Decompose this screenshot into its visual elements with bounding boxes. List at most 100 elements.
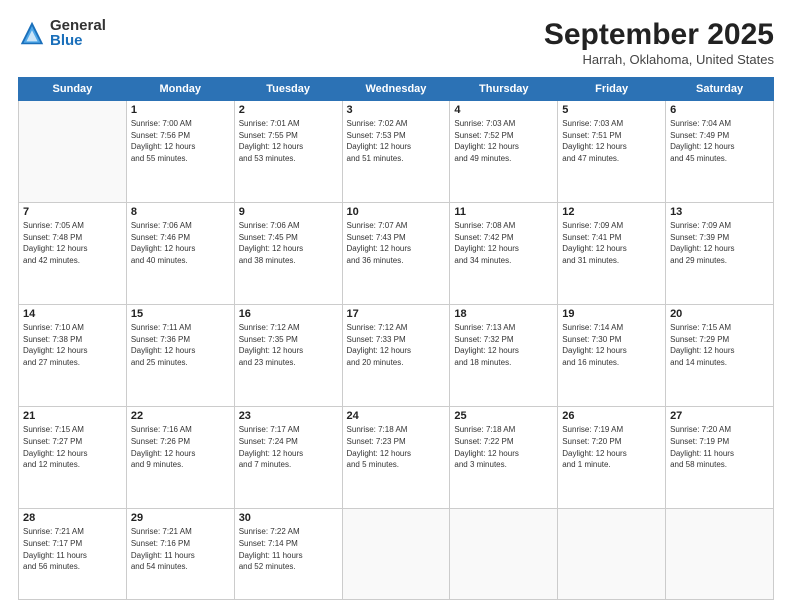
day-number: 12 (562, 206, 661, 218)
day-number: 24 (347, 410, 446, 422)
calendar-cell: 8 Sunrise: 7:06 AM Sunset: 7:46 PM Daylig… (126, 203, 234, 305)
header: General Blue September 2025 Harrah, Okla… (18, 18, 774, 67)
calendar-cell: 29 Sunrise: 7:21 AM Sunset: 7:16 PM Dayli… (126, 509, 234, 600)
calendar-cell: 7 Sunrise: 7:05 AM Sunset: 7:48 PM Daylig… (19, 203, 127, 305)
day-number: 2 (239, 104, 338, 116)
calendar-cell: 9 Sunrise: 7:06 AM Sunset: 7:45 PM Daylig… (234, 203, 342, 305)
calendar-cell: 26Sunrise: 7:19 AM Sunset: 7:20 PM Dayli… (558, 407, 666, 509)
calendar-week-3: 21 Sunrise: 7:15 AM Sunset: 7:27 PM Dayli… (19, 407, 774, 509)
day-number: 19 (562, 308, 661, 320)
weekday-header-tuesday: Tuesday (234, 78, 342, 101)
day-number: 14 (23, 308, 122, 320)
weekday-header-friday: Friday (558, 78, 666, 101)
day-number: 8 (131, 206, 230, 218)
calendar-cell: 12 Sunrise: 7:09 AM Sunset: 7:41 PM Dayli… (558, 203, 666, 305)
calendar-cell (450, 509, 558, 600)
calendar-cell: 13Sunrise: 7:09 AM Sunset: 7:39 PM Dayli… (666, 203, 774, 305)
day-info: Sunrise: 7:17 AM Sunset: 7:24 PM Dayligh… (239, 424, 338, 470)
day-number: 7 (23, 206, 122, 218)
calendar-week-2: 14 Sunrise: 7:10 AM Sunset: 7:38 PM Dayli… (19, 305, 774, 407)
weekday-header-sunday: Sunday (19, 78, 127, 101)
day-number: 10 (347, 206, 446, 218)
day-info: Sunrise: 7:21 AM Sunset: 7:17 PM Dayligh… (23, 526, 122, 572)
calendar-cell: 17Sunrise: 7:12 AM Sunset: 7:33 PM Dayli… (342, 305, 450, 407)
day-info: Sunrise: 7:03 AM Sunset: 7:52 PM Dayligh… (454, 118, 553, 164)
day-info: Sunrise: 7:05 AM Sunset: 7:48 PM Dayligh… (23, 220, 122, 266)
day-number: 21 (23, 410, 122, 422)
day-info: Sunrise: 7:06 AM Sunset: 7:46 PM Dayligh… (131, 220, 230, 266)
day-info: Sunrise: 7:15 AM Sunset: 7:27 PM Dayligh… (23, 424, 122, 470)
day-number: 16 (239, 308, 338, 320)
day-number: 28 (23, 512, 122, 524)
day-number: 9 (239, 206, 338, 218)
calendar-cell (558, 509, 666, 600)
month-title: September 2025 (544, 18, 774, 52)
logo-text: General Blue (50, 18, 106, 48)
day-info: Sunrise: 7:20 AM Sunset: 7:19 PM Dayligh… (670, 424, 769, 470)
calendar-cell (666, 509, 774, 600)
calendar-body: 1Sunrise: 7:00 AM Sunset: 7:56 PM Daylig… (19, 101, 774, 600)
day-info: Sunrise: 7:09 AM Sunset: 7:41 PM Dayligh… (562, 220, 661, 266)
day-number: 20 (670, 308, 769, 320)
day-info: Sunrise: 7:13 AM Sunset: 7:32 PM Dayligh… (454, 322, 553, 368)
day-number: 29 (131, 512, 230, 524)
calendar-cell: 21 Sunrise: 7:15 AM Sunset: 7:27 PM Dayli… (19, 407, 127, 509)
calendar-cell (19, 101, 127, 203)
day-info: Sunrise: 7:15 AM Sunset: 7:29 PM Dayligh… (670, 322, 769, 368)
calendar-cell: 6 Sunrise: 7:04 AM Sunset: 7:49 PM Daylig… (666, 101, 774, 203)
calendar-cell: 30Sunrise: 7:22 AM Sunset: 7:14 PM Dayli… (234, 509, 342, 600)
day-number: 23 (239, 410, 338, 422)
calendar-cell: 2 Sunrise: 7:01 AM Sunset: 7:55 PM Daylig… (234, 101, 342, 203)
calendar-cell: 23 Sunrise: 7:17 AM Sunset: 7:24 PM Dayli… (234, 407, 342, 509)
day-info: Sunrise: 7:14 AM Sunset: 7:30 PM Dayligh… (562, 322, 661, 368)
day-info: Sunrise: 7:09 AM Sunset: 7:39 PM Dayligh… (670, 220, 769, 266)
day-info: Sunrise: 7:07 AM Sunset: 7:43 PM Dayligh… (347, 220, 446, 266)
calendar-cell: 11Sunrise: 7:08 AM Sunset: 7:42 PM Dayli… (450, 203, 558, 305)
calendar-cell: 24 Sunrise: 7:18 AM Sunset: 7:23 PM Dayli… (342, 407, 450, 509)
day-number: 6 (670, 104, 769, 116)
calendar-cell: 5 Sunrise: 7:03 AM Sunset: 7:51 PM Daylig… (558, 101, 666, 203)
day-info: Sunrise: 7:06 AM Sunset: 7:45 PM Dayligh… (239, 220, 338, 266)
day-number: 15 (131, 308, 230, 320)
weekday-header-wednesday: Wednesday (342, 78, 450, 101)
day-info: Sunrise: 7:10 AM Sunset: 7:38 PM Dayligh… (23, 322, 122, 368)
day-number: 17 (347, 308, 446, 320)
logo-general-text: General (50, 18, 106, 33)
day-info: Sunrise: 7:21 AM Sunset: 7:16 PM Dayligh… (131, 526, 230, 572)
calendar-cell: 15 Sunrise: 7:11 AM Sunset: 7:36 PM Dayli… (126, 305, 234, 407)
logo-blue-text: Blue (50, 33, 106, 48)
weekday-header-thursday: Thursday (450, 78, 558, 101)
calendar-cell (342, 509, 450, 600)
calendar-cell: 16Sunrise: 7:12 AM Sunset: 7:35 PM Dayli… (234, 305, 342, 407)
calendar-week-4: 28 Sunrise: 7:21 AM Sunset: 7:17 PM Dayli… (19, 509, 774, 600)
day-number: 11 (454, 206, 553, 218)
day-info: Sunrise: 7:16 AM Sunset: 7:26 PM Dayligh… (131, 424, 230, 470)
day-number: 1 (131, 104, 230, 116)
day-number: 27 (670, 410, 769, 422)
day-info: Sunrise: 7:18 AM Sunset: 7:23 PM Dayligh… (347, 424, 446, 470)
calendar-cell: 22 Sunrise: 7:16 AM Sunset: 7:26 PM Dayli… (126, 407, 234, 509)
day-number: 22 (131, 410, 230, 422)
day-info: Sunrise: 7:02 AM Sunset: 7:53 PM Dayligh… (347, 118, 446, 164)
calendar-cell: 3Sunrise: 7:02 AM Sunset: 7:53 PM Daylig… (342, 101, 450, 203)
weekday-header-row: SundayMondayTuesdayWednesdayThursdayFrid… (19, 78, 774, 101)
day-info: Sunrise: 7:18 AM Sunset: 7:22 PM Dayligh… (454, 424, 553, 470)
day-number: 5 (562, 104, 661, 116)
calendar-week-0: 1Sunrise: 7:00 AM Sunset: 7:56 PM Daylig… (19, 101, 774, 203)
day-number: 25 (454, 410, 553, 422)
calendar-cell: 1Sunrise: 7:00 AM Sunset: 7:56 PM Daylig… (126, 101, 234, 203)
calendar-cell: 14 Sunrise: 7:10 AM Sunset: 7:38 PM Dayli… (19, 305, 127, 407)
logo: General Blue (18, 18, 106, 48)
calendar-cell: 28 Sunrise: 7:21 AM Sunset: 7:17 PM Dayli… (19, 509, 127, 600)
calendar-cell: 27 Sunrise: 7:20 AM Sunset: 7:19 PM Dayli… (666, 407, 774, 509)
day-info: Sunrise: 7:01 AM Sunset: 7:55 PM Dayligh… (239, 118, 338, 164)
calendar-cell: 4Sunrise: 7:03 AM Sunset: 7:52 PM Daylig… (450, 101, 558, 203)
day-info: Sunrise: 7:04 AM Sunset: 7:49 PM Dayligh… (670, 118, 769, 164)
calendar-cell: 18Sunrise: 7:13 AM Sunset: 7:32 PM Dayli… (450, 305, 558, 407)
day-info: Sunrise: 7:22 AM Sunset: 7:14 PM Dayligh… (239, 526, 338, 572)
day-info: Sunrise: 7:03 AM Sunset: 7:51 PM Dayligh… (562, 118, 661, 164)
calendar-cell: 10 Sunrise: 7:07 AM Sunset: 7:43 PM Dayli… (342, 203, 450, 305)
calendar-cell: 20 Sunrise: 7:15 AM Sunset: 7:29 PM Dayli… (666, 305, 774, 407)
day-info: Sunrise: 7:11 AM Sunset: 7:36 PM Dayligh… (131, 322, 230, 368)
day-info: Sunrise: 7:19 AM Sunset: 7:20 PM Dayligh… (562, 424, 661, 470)
